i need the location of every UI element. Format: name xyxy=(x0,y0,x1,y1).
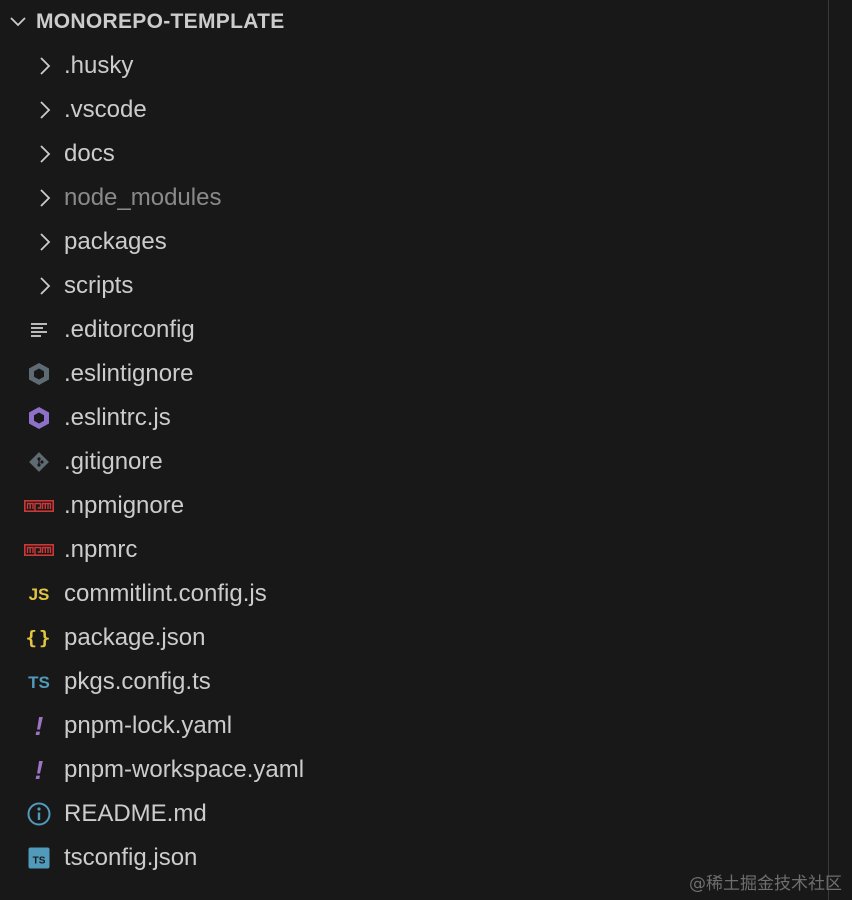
js-icon-glyph: JS xyxy=(28,584,50,604)
file-explorer: MONOREPO-TEMPLATE .husky .vscode docs node_… xyxy=(0,0,828,900)
git-icon xyxy=(24,448,54,476)
folder-item[interactable]: .husky xyxy=(0,44,828,88)
folder-label: scripts xyxy=(64,272,134,299)
folder-item[interactable]: packages xyxy=(0,220,828,264)
file-label: pnpm-lock.yaml xyxy=(64,712,233,739)
yaml-icon: ! xyxy=(24,712,54,740)
folder-label: .vscode xyxy=(64,96,147,123)
chevron-right-icon xyxy=(30,184,60,212)
file-item[interactable]: .editorconfig xyxy=(0,308,828,352)
svg-text:TS: TS xyxy=(33,856,46,867)
eslint-gray-icon xyxy=(24,360,54,388)
file-label: .editorconfig xyxy=(64,316,195,343)
ts-icon-glyph: TS xyxy=(28,672,50,692)
yaml-icon: ! xyxy=(24,756,54,784)
file-item[interactable]: .eslintrc.js xyxy=(0,396,828,440)
file-item[interactable]: ! pnpm-lock.yaml xyxy=(0,704,828,748)
json-icon-glyph: {} xyxy=(25,626,53,649)
eslint-purple-icon xyxy=(24,404,54,432)
file-item[interactable]: TS pkgs.config.ts xyxy=(0,660,828,704)
npm-icon xyxy=(24,536,54,564)
info-icon xyxy=(24,800,54,828)
folder-label: docs xyxy=(64,140,115,167)
file-label: commitlint.config.js xyxy=(64,580,267,607)
chevron-down-icon xyxy=(8,12,28,32)
folder-label: packages xyxy=(64,228,167,255)
json-icon: {} xyxy=(24,624,54,652)
ts-icon: TS xyxy=(24,668,54,696)
folder-item[interactable]: .vscode xyxy=(0,88,828,132)
file-label: .npmrc xyxy=(64,536,138,563)
chevron-right-icon xyxy=(30,272,60,300)
scrollbar-track[interactable] xyxy=(828,0,829,900)
tsconfig-icon: TS xyxy=(24,844,54,872)
npm-icon xyxy=(24,492,54,520)
file-label: .npmignore xyxy=(64,492,185,519)
folder-label: .husky xyxy=(64,52,134,79)
file-label: pkgs.config.ts xyxy=(64,668,211,695)
folder-item[interactable]: docs xyxy=(0,132,828,176)
chevron-right-icon xyxy=(30,96,60,124)
file-label: .gitignore xyxy=(64,448,163,475)
folder-item[interactable]: node_modules xyxy=(0,176,828,220)
yaml-icon-glyph: ! xyxy=(34,711,44,741)
file-item[interactable]: .gitignore xyxy=(0,440,828,484)
chevron-right-icon xyxy=(30,140,60,168)
file-item[interactable]: .npmrc xyxy=(0,528,828,572)
file-label: .eslintrc.js xyxy=(64,404,171,431)
chevron-right-icon xyxy=(30,52,60,80)
project-title: MONOREPO-TEMPLATE xyxy=(36,10,285,33)
file-item[interactable]: README.md xyxy=(0,792,828,836)
lines-icon xyxy=(24,316,54,344)
folder-item[interactable]: scripts xyxy=(0,264,828,308)
project-folder-header[interactable]: MONOREPO-TEMPLATE xyxy=(0,0,828,44)
js-icon: JS xyxy=(24,580,54,608)
file-item[interactable]: .eslintignore xyxy=(0,352,828,396)
file-label: tsconfig.json xyxy=(64,844,198,871)
file-item[interactable]: ! pnpm-workspace.yaml xyxy=(0,748,828,792)
file-item[interactable]: {} package.json xyxy=(0,616,828,660)
file-label: README.md xyxy=(64,800,207,827)
file-label: package.json xyxy=(64,624,206,651)
folder-label: node_modules xyxy=(64,184,222,211)
watermark: @稀土掘金技术社区 xyxy=(689,874,842,894)
file-label: .eslintignore xyxy=(64,360,194,387)
chevron-right-icon xyxy=(30,228,60,256)
file-item[interactable]: JS commitlint.config.js xyxy=(0,572,828,616)
yaml-icon-glyph: ! xyxy=(34,755,44,785)
file-label: pnpm-workspace.yaml xyxy=(64,756,305,783)
file-item[interactable]: .npmignore xyxy=(0,484,828,528)
